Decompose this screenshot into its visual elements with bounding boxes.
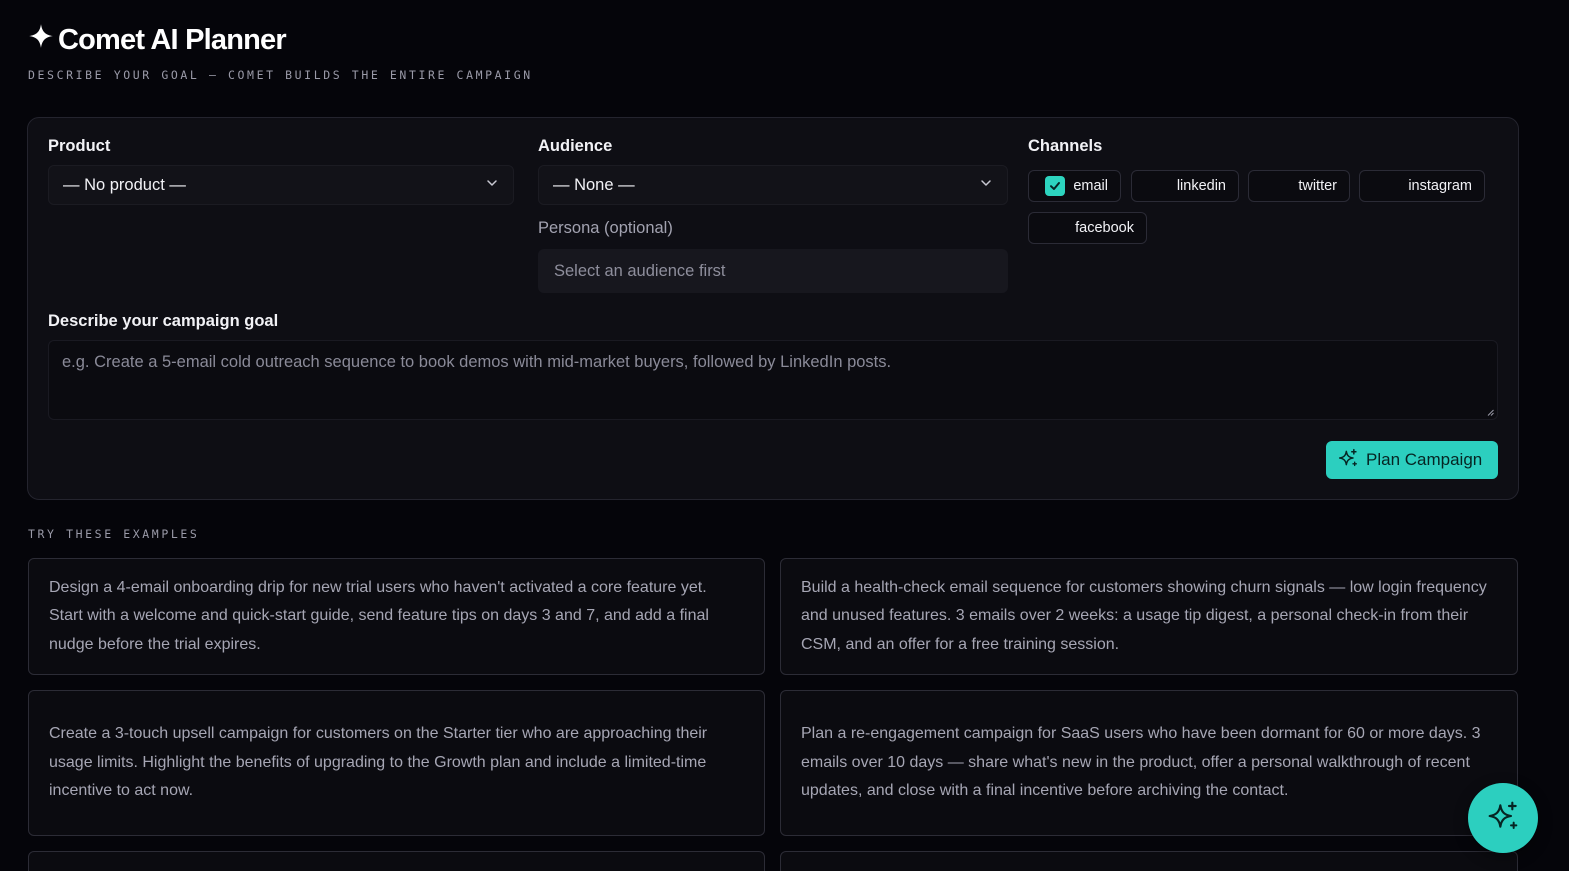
channel-label-instagram: instagram	[1408, 178, 1472, 194]
audience-select[interactable]: — None —	[538, 165, 1008, 205]
goal-textarea[interactable]: e.g. Create a 5-email cold outreach sequ…	[48, 340, 1498, 420]
example-text: Create a 3-touch upsell campaign for cus…	[49, 725, 708, 800]
example-card[interactable]: Build a health-check email sequence for …	[780, 558, 1518, 675]
channel-chip-twitter[interactable]: twitter	[1248, 170, 1350, 202]
audience-select-value: — None —	[553, 175, 635, 194]
sparkle-icon	[28, 23, 54, 57]
audience-label: Audience	[538, 137, 613, 155]
persona-label: Persona (optional)	[538, 219, 673, 237]
product-label: Product	[48, 137, 111, 155]
app-subtitle: DESCRIBE YOUR GOAL — COMET BUILDS THE EN…	[28, 68, 533, 82]
channel-label-linkedin: linkedin	[1176, 178, 1226, 194]
channel-label-email: email	[1073, 178, 1108, 194]
campaign-form-card: Product — No product — Audience — None —…	[27, 117, 1519, 500]
instagram-checkbox[interactable]	[1380, 176, 1400, 196]
channel-chip-facebook[interactable]: facebook	[1028, 212, 1147, 244]
persona-select[interactable]: Select an audience first	[538, 249, 1008, 293]
sparkles-icon	[1338, 448, 1358, 473]
resize-handle-icon[interactable]	[1487, 409, 1494, 416]
page-header: Comet AI Planner DESCRIBE YOUR GOAL — CO…	[28, 22, 533, 83]
sparkles-icon	[1487, 800, 1519, 836]
persona-placeholder: Select an audience first	[554, 261, 726, 280]
goal-placeholder: e.g. Create a 5-email cold outreach sequ…	[62, 353, 892, 371]
chevron-down-icon	[979, 176, 993, 195]
channel-chip-linkedin[interactable]: linkedin	[1131, 170, 1239, 202]
linkedin-checkbox[interactable]	[1149, 176, 1169, 196]
channel-chip-instagram[interactable]: instagram	[1359, 170, 1485, 202]
twitter-checkbox[interactable]	[1270, 176, 1290, 196]
product-select[interactable]: — No product —	[48, 165, 514, 205]
examples-heading: TRY THESE EXAMPLES	[28, 527, 200, 541]
example-card[interactable]	[28, 851, 765, 871]
channel-label-twitter: twitter	[1298, 178, 1337, 194]
email-checkbox[interactable]	[1045, 176, 1066, 196]
example-text: Design a 4-email onboarding drip for new…	[49, 578, 709, 653]
example-card[interactable]: Create a 3-touch upsell campaign for cus…	[28, 690, 765, 836]
plan-campaign-label: Plan Campaign	[1366, 450, 1483, 469]
channel-chip-email[interactable]: email	[1028, 170, 1121, 202]
example-text: Plan a re-engagement campaign for SaaS u…	[801, 725, 1481, 800]
example-text: Build a health-check email sequence for …	[801, 578, 1487, 653]
chevron-down-icon	[485, 176, 499, 195]
app-title: Comet AI Planner	[28, 22, 533, 58]
example-card[interactable]	[780, 851, 1518, 871]
goal-label: Describe your campaign goal	[48, 312, 279, 330]
channel-label-facebook: facebook	[1075, 220, 1134, 236]
plan-campaign-button[interactable]: Plan Campaign	[1326, 441, 1498, 479]
app-title-text: Comet AI Planner	[58, 23, 287, 56]
facebook-checkbox[interactable]	[1047, 218, 1067, 238]
channels-label: Channels	[1028, 137, 1103, 155]
product-select-value: — No product —	[63, 175, 186, 194]
ai-assistant-fab[interactable]	[1468, 783, 1538, 853]
example-card[interactable]: Design a 4-email onboarding drip for new…	[28, 558, 765, 675]
check-icon	[1050, 182, 1061, 190]
example-card[interactable]: Plan a re-engagement campaign for SaaS u…	[780, 690, 1518, 836]
